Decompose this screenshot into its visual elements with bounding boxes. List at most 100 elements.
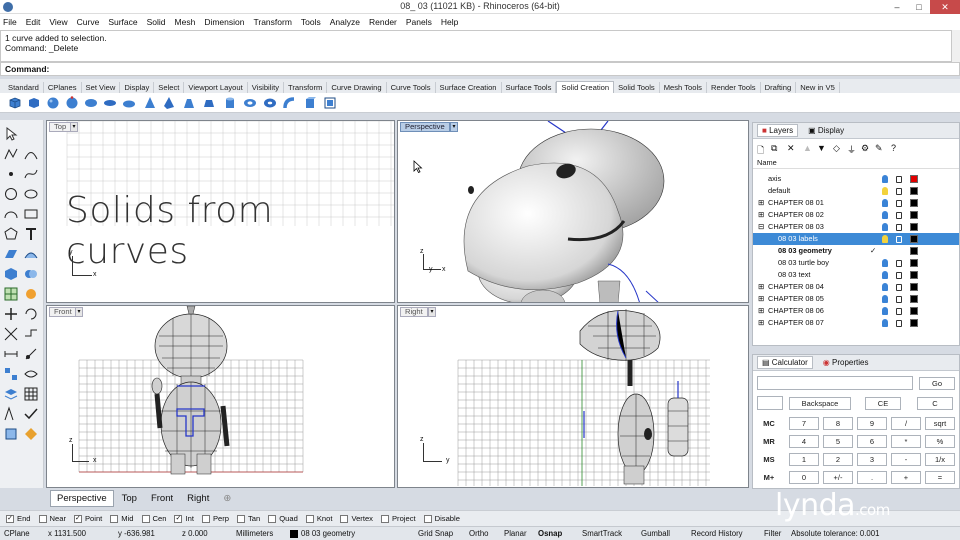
rectangle-icon[interactable] [23,206,39,222]
osnap-checkbox[interactable]: ✓ [174,514,183,523]
osnap-quad[interactable]: Quad [268,514,298,523]
calc-key[interactable]: 5 [823,435,853,448]
calculator-go-button[interactable]: Go [919,377,955,390]
move-up-icon[interactable]: ▲ [803,143,812,153]
lock-icon[interactable] [896,224,902,231]
calc-key[interactable]: MS [757,453,781,466]
toolbar-tab-surface-creation[interactable]: Surface Creation [436,82,502,93]
current-layer[interactable]: 08 03 geometry [301,527,355,540]
clear-entry-button[interactable]: CE [865,397,901,410]
toolbar-tab-new-in-v5[interactable]: New in V5 [796,82,840,93]
layer-color-swatch[interactable] [910,235,918,243]
tools-icon[interactable]: ✎ [875,143,883,154]
record-history-toggle[interactable]: Record History [691,527,743,540]
trim-icon[interactable] [3,326,19,342]
toolbar-tab-viewport-layout[interactable]: Viewport Layout [184,82,248,93]
pyramid-icon[interactable] [162,96,176,110]
viewport-title-front[interactable]: Front [49,307,77,317]
smarttrack-toggle[interactable]: SmartTrack [582,527,622,540]
visibility-bulb-icon[interactable] [882,307,888,315]
loft-icon[interactable] [23,246,39,262]
filter-toggle[interactable]: Filter [764,527,781,540]
expand-toggle-icon[interactable]: ⊟ [758,221,764,233]
calc-key[interactable]: / [891,417,921,430]
visibility-bulb-icon[interactable] [882,235,888,243]
hide-icon[interactable] [23,366,39,382]
calc-key[interactable]: MR [757,435,781,448]
menu-analyze[interactable]: Analyze [330,17,360,27]
tab-layers[interactable]: ■ Layers [757,124,799,137]
menu-mesh[interactable]: Mesh [175,17,196,27]
front-viewport[interactable]: z x Front ▾ [46,305,395,488]
layer-row[interactable]: 08 03 geometry ✓ [753,245,959,257]
visibility-bulb-icon[interactable] [882,319,888,327]
boolean-icon[interactable] [23,266,39,282]
cplane-label[interactable]: CPlane [4,527,30,540]
toolbar-tab-visibility[interactable]: Visibility [248,82,285,93]
layer-color-swatch[interactable] [910,211,918,219]
osnap-int[interactable]: ✓ Int [174,514,194,523]
grid-snap-toggle[interactable]: Grid Snap [418,527,453,540]
menu-panels[interactable]: Panels [406,17,432,27]
toolbar-tab-solid-creation[interactable]: Solid Creation [556,81,615,93]
expand-toggle-icon[interactable]: ⊞ [758,281,764,293]
delete-layer-icon[interactable]: ✕ [787,143,795,154]
osnap-checkbox[interactable] [423,514,432,523]
sphere-3pt-icon[interactable] [65,96,79,110]
toolbar-tab-set-view[interactable]: Set View [82,82,121,93]
view-tab-front[interactable]: Front [145,491,179,506]
visibility-bulb-icon[interactable] [882,295,888,303]
visibility-bulb-icon[interactable] [882,187,888,195]
osnap-checkbox[interactable] [380,514,389,523]
visibility-bulb-icon[interactable] [882,199,888,207]
lock-icon[interactable] [896,212,902,219]
layer-row[interactable]: ⊞ CHAPTER 08 01 [753,197,959,209]
sphere-icon[interactable] [46,96,60,110]
toolbar-tab-curve-drawing[interactable]: Curve Drawing [327,82,387,93]
paraboloid-icon[interactable] [103,96,117,110]
osnap-checkbox[interactable] [38,514,47,523]
ellipsoid-icon[interactable] [84,96,98,110]
osnap-disable[interactable]: Disable [423,514,460,523]
menu-view[interactable]: View [49,17,67,27]
interpolate-curve-icon[interactable] [23,166,39,182]
layer-color-swatch[interactable] [910,271,918,279]
text-object-icon[interactable] [323,96,337,110]
viewport-menu-dropdown-icon[interactable]: ▾ [75,307,83,317]
cone-icon[interactable] [143,96,157,110]
select-arrow-icon[interactable] [3,126,19,142]
surface-icon[interactable] [3,246,19,262]
lock-icon[interactable] [896,308,902,315]
menu-edit[interactable]: Edit [26,17,41,27]
truncated-pyramid-icon[interactable] [202,96,216,110]
toolbar-tab-display[interactable]: Display [120,82,155,93]
clear-button[interactable]: C [917,397,953,410]
calc-key[interactable]: 9 [857,417,887,430]
calc-key[interactable]: MC [757,417,781,430]
calc-key[interactable]: + [891,471,921,484]
top-viewport[interactable]: Solids from curves y x Top ▾ [46,120,395,303]
pipe-icon[interactable] [283,96,297,110]
osnap-cen[interactable]: Cen [141,514,166,523]
visibility-bulb-icon[interactable] [882,271,888,279]
osnap-toggle[interactable]: Osnap [538,527,562,540]
lock-icon[interactable] [896,284,902,291]
filter-icon[interactable]: ⏚ [847,143,856,156]
visibility-bulb-icon[interactable] [882,223,888,231]
view-tab-top[interactable]: Top [116,491,143,506]
move-icon[interactable] [3,306,19,322]
group-icon[interactable] [3,366,19,382]
toolbar-tab-transform[interactable]: Transform [284,82,328,93]
arc-icon[interactable] [3,206,19,222]
history-scrollbar[interactable] [952,30,960,62]
calc-key[interactable]: - [891,453,921,466]
layer-color-swatch[interactable] [910,295,918,303]
view-tab-right[interactable]: Right [181,491,215,506]
visibility-bulb-icon[interactable] [882,283,888,291]
mesh-icon[interactable] [3,286,19,302]
tab-properties[interactable]: ◉ Properties [823,358,869,367]
cylinder-icon[interactable] [223,96,237,110]
osnap-checkbox[interactable]: ✓ [73,514,82,523]
calc-key[interactable]: 7 [789,417,819,430]
text-icon[interactable] [23,226,39,242]
